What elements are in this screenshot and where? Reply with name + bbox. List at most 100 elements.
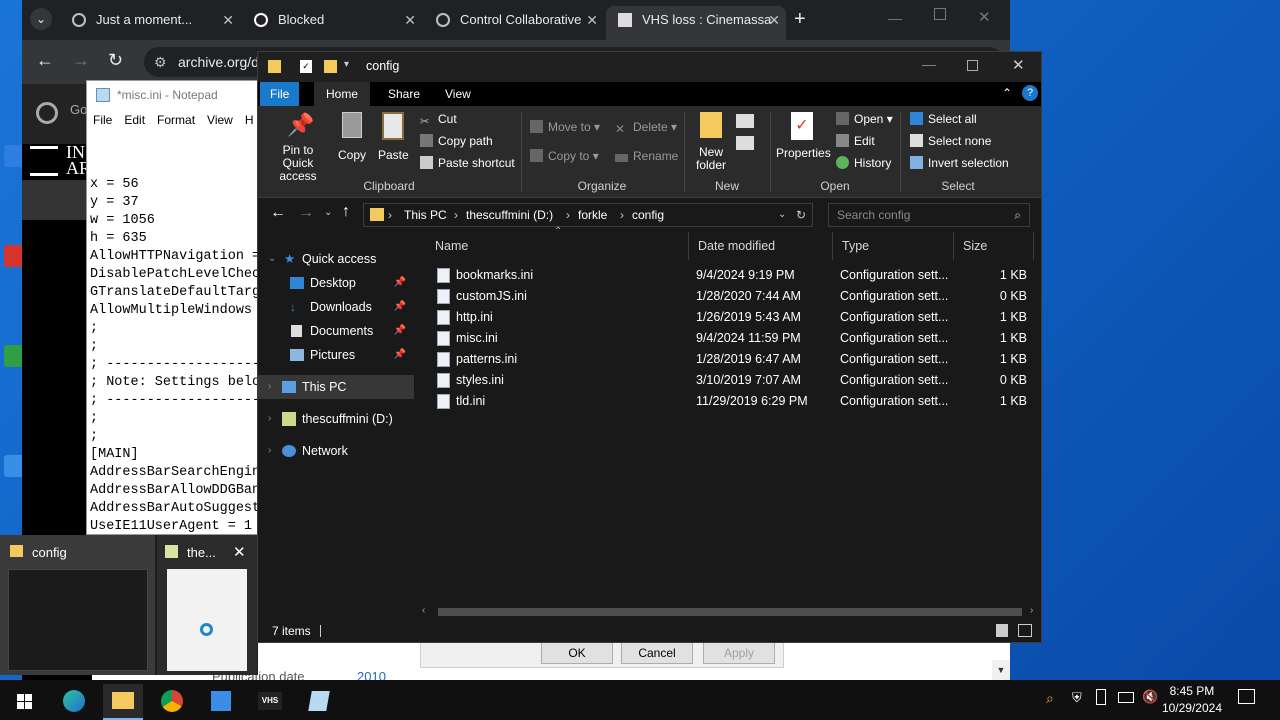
notepad-titlebar[interactable]: *misc.ini - Notepad <box>87 81 265 109</box>
chrome-taskbar-button[interactable] <box>152 684 192 720</box>
new-folder-button[interactable]: New folder <box>694 112 728 172</box>
large-icons-view-icon[interactable] <box>1018 624 1032 637</box>
select-none-button[interactable]: Select none <box>910 134 991 148</box>
tab-blocked[interactable]: Blocked ✕ <box>242 6 422 40</box>
explorer-titlebar[interactable]: ✓ ▾ config — ✕ <box>258 52 1041 82</box>
tab-home[interactable]: Home <box>314 82 371 106</box>
tab-vhs-loss[interactable]: VHS loss : Cinemassa ✕ <box>606 6 786 40</box>
close-tab-icon[interactable]: ✕ <box>404 6 416 34</box>
scroll-left-icon[interactable]: ‹ <box>422 605 425 616</box>
scroll-down-icon[interactable]: ▼ <box>992 660 1010 680</box>
forward-icon[interactable]: → <box>298 204 314 222</box>
paste-shortcut-button[interactable]: Paste shortcut <box>420 156 515 170</box>
close-preview-icon[interactable]: ✕ <box>233 543 246 561</box>
paste-button[interactable]: Paste <box>378 112 409 162</box>
nav-downloads[interactable]: ↓ Downloads 📌 <box>258 295 414 319</box>
copy-path-button[interactable]: Copy path <box>420 134 493 148</box>
reload-icon[interactable]: ↻ <box>108 50 123 71</box>
notepad-window[interactable]: *misc.ini - Notepad File Edit Format View H … <box>86 80 266 535</box>
tab-file[interactable]: File <box>260 82 300 106</box>
close-tab-icon[interactable]: ✕ <box>222 6 234 34</box>
preview-thumbnail[interactable] <box>167 569 247 671</box>
refresh-icon[interactable]: ↻ <box>796 204 806 226</box>
breadcrumb-this-pc[interactable]: This PC <box>404 204 447 226</box>
tab-just-a-moment[interactable]: Just a moment... ✕ <box>60 6 240 40</box>
vhs-taskbar-button[interactable]: VHS <box>250 684 290 720</box>
start-button[interactable] <box>4 684 44 720</box>
preview-item-drive[interactable]: the... ✕ <box>157 535 257 675</box>
collapse-ribbon-icon[interactable]: ⌃ <box>1002 86 1012 100</box>
shield-icon[interactable]: ⛨ <box>1072 690 1082 706</box>
search-tray-icon[interactable]: ⌕ <box>1046 690 1054 707</box>
horizontal-scrollbar[interactable]: ‹ › <box>418 605 1040 619</box>
up-icon[interactable]: ↑ <box>342 203 350 221</box>
menu-edit[interactable]: Edit <box>124 113 145 127</box>
edit-button[interactable]: Edit <box>836 134 875 148</box>
file-row[interactable]: tld.ini 11/29/2019 6:29 PM Configuration s… <box>426 391 1034 412</box>
system-clock[interactable]: 8:45 PM 10/29/2024 <box>1162 683 1222 717</box>
nav-quick-access[interactable]: ⌄ ★ Quick access <box>258 247 414 271</box>
close-tab-icon[interactable]: ✕ <box>586 6 598 34</box>
properties-button[interactable]: ✓ Properties <box>776 112 831 160</box>
breadcrumb-drive[interactable]: thescuffmini (D:) <box>466 204 553 226</box>
new-tab-button[interactable]: + <box>794 8 806 30</box>
open-button[interactable]: Open ▾ <box>836 112 893 126</box>
properties-quick-icon[interactable]: ✓ <box>300 60 312 73</box>
nav-network[interactable]: › Network <box>258 439 414 463</box>
tab-search-icon[interactable]: ⌄ <box>30 8 52 30</box>
menu-view[interactable]: View <box>207 113 233 127</box>
invert-selection-button[interactable]: Invert selection <box>910 156 1009 170</box>
nav-pictures[interactable]: Pictures 📌 <box>258 343 414 367</box>
address-dropdown-icon[interactable]: ⌄ <box>778 204 786 226</box>
file-row[interactable]: http.ini 1/26/2019 5:43 AM Configuration s… <box>426 307 1034 328</box>
chevron-down-icon[interactable]: ⌄ <box>268 247 276 271</box>
new-folder-quick-icon[interactable] <box>324 60 337 73</box>
column-header-name[interactable]: Name <box>426 232 689 260</box>
file-row[interactable]: customJS.ini 1/28/2020 7:44 AM Configurati… <box>426 286 1034 307</box>
file-explorer-taskbar-button[interactable] <box>103 684 143 720</box>
notepad-taskbar-button[interactable] <box>299 684 339 720</box>
pin-to-quick-access-button[interactable]: 📌 Pin to Quick access <box>266 112 330 183</box>
edge-taskbar-button[interactable] <box>54 684 94 720</box>
help-icon[interactable]: ? <box>1022 85 1038 101</box>
column-header-type[interactable]: Type <box>833 232 954 260</box>
ok-button[interactable]: OK <box>541 642 613 664</box>
notifications-icon[interactable] <box>1238 689 1255 704</box>
preview-item-config[interactable]: config <box>0 535 155 675</box>
chevron-right-icon[interactable]: › <box>268 407 271 431</box>
menu-help[interactable]: H <box>245 113 254 127</box>
site-info-icon[interactable]: ⚙ <box>154 47 167 77</box>
address-breadcrumb[interactable]: › This PC › thescuffmini (D:) › forkle ›… <box>363 203 813 227</box>
cut-button[interactable]: ✂ Cut <box>420 112 457 128</box>
network-tray-icon[interactable] <box>1118 692 1134 703</box>
tab-view[interactable]: View <box>433 82 483 106</box>
nav-desktop[interactable]: Desktop 📌 <box>258 271 414 295</box>
delete-button[interactable]: ✕ Delete ▾ <box>615 120 677 136</box>
file-row[interactable]: patterns.ini 1/28/2019 6:47 AM Configurati… <box>426 349 1034 370</box>
preview-thumbnail[interactable] <box>8 569 148 671</box>
breadcrumb-forkle[interactable]: forkle <box>578 204 607 226</box>
history-button[interactable]: History <box>836 156 891 170</box>
chevron-right-icon[interactable]: › <box>268 439 271 463</box>
maximize-icon[interactable] <box>934 8 946 20</box>
close-tab-icon[interactable]: ✕ <box>768 6 780 34</box>
file-row[interactable]: bookmarks.ini 9/4/2024 9:19 PM Configurati… <box>426 265 1034 286</box>
file-row[interactable]: styles.ini 3/10/2019 7:07 AM Configuration… <box>426 370 1034 391</box>
back-icon[interactable]: ← <box>270 204 286 222</box>
volume-muted-icon[interactable]: 🔇 <box>1142 689 1158 705</box>
battery-icon[interactable] <box>1096 689 1106 705</box>
cancel-button[interactable]: Cancel <box>621 642 693 664</box>
tab-control-collaborative[interactable]: Control Collaborative ✕ <box>424 6 604 40</box>
details-view-icon[interactable] <box>996 624 1008 637</box>
minimize-icon[interactable]: — <box>922 56 936 72</box>
store-taskbar-button[interactable] <box>201 684 241 720</box>
scrollbar-thumb[interactable] <box>438 608 1022 616</box>
notepad-text-area[interactable]: x = 56 y = 37 w = 1056 h = 635 AllowHTTPNavi… <box>87 131 265 536</box>
scroll-right-icon[interactable]: › <box>1030 605 1033 616</box>
nav-documents[interactable]: Documents 📌 <box>258 319 414 343</box>
back-icon[interactable]: ← <box>36 50 54 71</box>
maximize-icon[interactable] <box>967 60 978 71</box>
menu-format[interactable]: Format <box>157 113 195 127</box>
menu-file[interactable]: File <box>93 113 112 127</box>
easy-access-icon[interactable] <box>736 136 754 150</box>
